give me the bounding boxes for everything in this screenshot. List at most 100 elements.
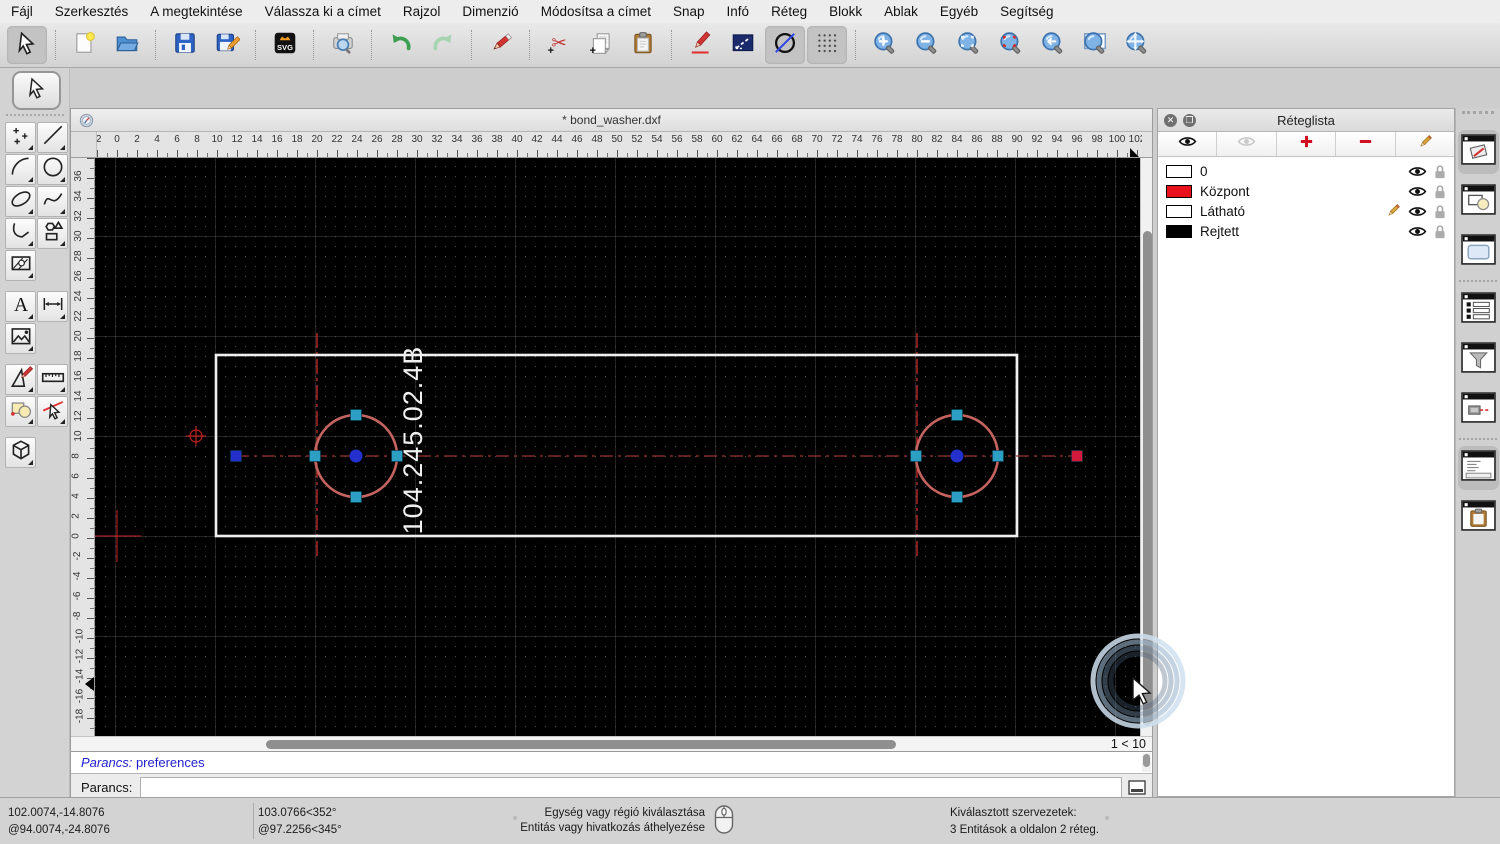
delete-entities-button[interactable]: [481, 26, 521, 64]
menu-item[interactable]: Módosítsa a címet: [530, 0, 662, 23]
hatch-tool-button[interactable]: [5, 250, 36, 281]
submenu-corner-icon: [28, 273, 33, 278]
block-tools-tool-button[interactable]: [5, 396, 36, 427]
layer-row[interactable]: 0: [1158, 161, 1454, 181]
horizontal-scrollbar-thumb[interactable]: [266, 739, 896, 749]
block-list-dock-button[interactable]: [1458, 180, 1499, 224]
redo-button[interactable]: [423, 26, 463, 64]
hide-all-layers-button[interactable]: [1217, 132, 1277, 156]
ellipse-tool-button[interactable]: [5, 186, 36, 217]
points-tool-button[interactable]: [5, 122, 36, 153]
remove-layer-button[interactable]: [1336, 132, 1396, 156]
layer-color-swatch[interactable]: [1166, 224, 1192, 238]
add-layer-button[interactable]: [1276, 132, 1337, 156]
command-input[interactable]: [140, 776, 1122, 798]
edit-layer-button[interactable]: [1395, 132, 1455, 156]
zoom-auto-button[interactable]: [949, 26, 989, 64]
select-window-button[interactable]: [723, 26, 763, 64]
solid-tools-tool-button[interactable]: [5, 437, 36, 468]
layer-row[interactable]: Központ: [1158, 181, 1454, 201]
menu-item[interactable]: Egyéb: [929, 0, 989, 23]
text-tool-button[interactable]: A: [5, 291, 36, 322]
spline-tool-button[interactable]: [37, 186, 68, 217]
layer-color-swatch[interactable]: [1166, 164, 1192, 178]
print-preview-button[interactable]: [323, 26, 363, 64]
save-as-button[interactable]: [207, 26, 247, 64]
layer-visibility-eye-icon[interactable]: [1408, 185, 1427, 198]
layer-color-swatch[interactable]: [1166, 184, 1192, 198]
menu-item[interactable]: Szerkesztés: [44, 0, 140, 23]
vertical-scrollbar[interactable]: [1139, 158, 1152, 736]
polyline-tool-button[interactable]: [5, 218, 36, 249]
menu-item[interactable]: Válassza ki a címet: [254, 0, 392, 23]
circle-tool-button[interactable]: [37, 154, 68, 185]
select-arrow-tool-button[interactable]: [12, 71, 61, 110]
zoom-out-button[interactable]: [907, 26, 947, 64]
zoom-auto-icon: [956, 30, 982, 61]
new-document-button[interactable]: [65, 26, 105, 64]
menu-item[interactable]: Ablak: [873, 0, 929, 23]
zoom-previous-button[interactable]: [1033, 26, 1073, 64]
zoom-window-button[interactable]: [1075, 26, 1115, 64]
layer-filter-dock-button[interactable]: [1458, 338, 1499, 382]
layer-lock-icon[interactable]: [1434, 204, 1446, 219]
library-browser-dock-button[interactable]: [1458, 230, 1499, 274]
layer-lock-icon[interactable]: [1434, 164, 1446, 179]
layer-visibility-eye-icon[interactable]: [1408, 165, 1427, 178]
dimension-tool-button[interactable]: [37, 291, 68, 322]
command-history-scrollbar-thumb[interactable]: [1143, 754, 1150, 767]
show-all-layers-button[interactable]: [1158, 132, 1218, 156]
export-svg-button[interactable]: SVG: [265, 26, 305, 64]
polygon-tools-tool-button[interactable]: [37, 218, 68, 249]
save-button[interactable]: [165, 26, 205, 64]
entity-list-dock-button[interactable]: [1458, 288, 1499, 332]
layer-list-dock-button[interactable]: [1457, 130, 1499, 174]
command-history-scrollbar[interactable]: [1142, 753, 1151, 772]
layer-color-swatch[interactable]: [1166, 204, 1192, 218]
image-tool-button[interactable]: [5, 323, 36, 354]
zoom-in-button[interactable]: [865, 26, 905, 64]
select-pointer-button[interactable]: [7, 26, 47, 64]
keyboard-toggle-icon[interactable]: [1128, 779, 1146, 795]
drawing-canvas[interactable]: 104.245.02.4B: [92, 158, 1140, 736]
menu-item[interactable]: Infó: [716, 0, 761, 23]
menu-item[interactable]: A megtekintése: [139, 0, 253, 23]
edit-attributes-button[interactable]: [681, 26, 721, 64]
layer-visibility-eye-icon[interactable]: [1408, 225, 1427, 238]
menu-item[interactable]: Rajzol: [392, 0, 452, 23]
measure-tool-button[interactable]: [37, 364, 68, 395]
inspector-dock-button[interactable]: [1458, 388, 1499, 432]
copy-button[interactable]: +: [581, 26, 621, 64]
undo-button[interactable]: [381, 26, 421, 64]
menu-item[interactable]: Dimenzió: [451, 0, 529, 23]
arc-tool-button[interactable]: [5, 154, 36, 185]
vertical-scrollbar-thumb[interactable]: [1142, 231, 1152, 726]
menu-item[interactable]: Réteg: [760, 0, 818, 23]
layer-row[interactable]: Látható: [1158, 201, 1454, 221]
librecad-app: { "menu_bar": {"items": ["Fájl","Szerkes…: [0, 0, 1500, 844]
float-panel-icon[interactable]: ❐: [1183, 113, 1196, 127]
horizontal-scrollbar[interactable]: 1 < 10: [71, 736, 1152, 751]
layer-lock-icon[interactable]: [1434, 224, 1446, 239]
line-tool-button[interactable]: [37, 122, 68, 153]
zoom-pan-button[interactable]: [1117, 26, 1157, 64]
clipboard-dock-button[interactable]: [1458, 496, 1499, 540]
modify-tools-tool-button[interactable]: [5, 364, 36, 395]
paste-button[interactable]: [623, 26, 663, 64]
deselect-tool-button[interactable]: [37, 396, 68, 427]
layer-visibility-eye-icon[interactable]: [1408, 205, 1427, 218]
close-panel-icon[interactable]: ✕: [1164, 113, 1177, 127]
zoom-current-drawing-button[interactable]: [991, 26, 1031, 64]
menu-item[interactable]: Blokk: [818, 0, 873, 23]
menu-item[interactable]: Fájl: [0, 0, 44, 23]
command-widget-dock-button[interactable]: [1457, 446, 1499, 490]
circle-two-points-button[interactable]: [765, 26, 805, 64]
snap-grid-button[interactable]: [807, 26, 847, 64]
layer-row[interactable]: Rejtett: [1158, 221, 1454, 241]
open-file-button[interactable]: [107, 26, 147, 64]
drawing-window-titlebar[interactable]: * bond_washer.dxf: [71, 109, 1152, 132]
layer-lock-icon[interactable]: [1434, 184, 1446, 199]
menu-item[interactable]: Snap: [662, 0, 716, 23]
cut-button[interactable]: + ✂: [539, 26, 579, 64]
menu-item[interactable]: Segítség: [989, 0, 1064, 23]
